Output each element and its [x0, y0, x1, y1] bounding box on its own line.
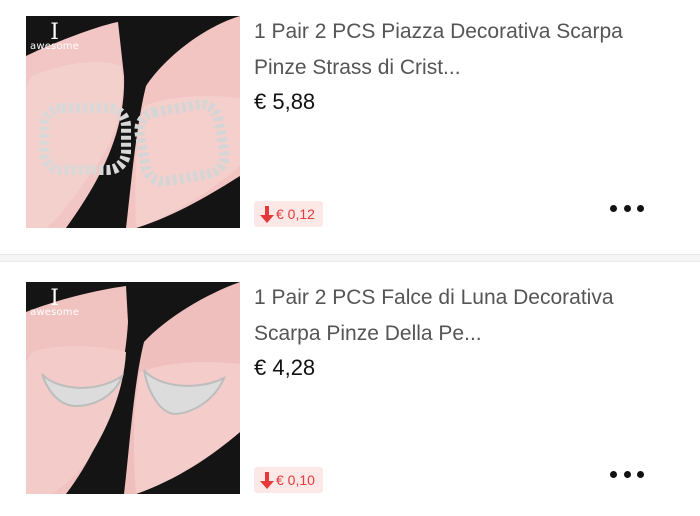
product-image[interactable]: I awesome: [26, 282, 240, 494]
brand-watermark: I awesome: [30, 20, 80, 52]
arrow-down-icon: [260, 471, 274, 489]
more-dots-icon: [610, 470, 617, 478]
more-dot: [623, 470, 631, 478]
more-options-button[interactable]: [610, 198, 644, 218]
price-drop-badge: € 0,12: [254, 201, 323, 227]
product-price: € 4,28: [254, 355, 316, 380]
more-dot: [623, 204, 631, 212]
product-title[interactable]: 1 Pair 2 PCS Falce di Luna Decorativa Sc…: [254, 280, 674, 352]
arrow-down-icon: [260, 205, 274, 223]
price-drop-amount: € 0,10: [276, 472, 315, 488]
product-image[interactable]: I awesome: [26, 16, 240, 228]
product-title[interactable]: 1 Pair 2 PCS Piazza Decorativa Scarpa Pi…: [254, 14, 674, 86]
card-separator: [0, 254, 700, 262]
product-card[interactable]: I awesome 1 Pair 2 PCS Falce di Luna Dec…: [0, 262, 700, 516]
brand-watermark: I awesome: [30, 286, 80, 318]
product-price: € 5,88: [254, 89, 316, 114]
more-options-button[interactable]: [610, 464, 644, 484]
product-card[interactable]: I awesome 1 Pair 2 PCS Piazza Decorativa…: [0, 0, 700, 254]
more-dots-icon: [610, 204, 617, 212]
price-drop-amount: € 0,12: [276, 206, 315, 222]
more-dot: [637, 204, 644, 212]
price-drop-badge: € 0,10: [254, 467, 323, 493]
more-dot: [637, 470, 644, 478]
